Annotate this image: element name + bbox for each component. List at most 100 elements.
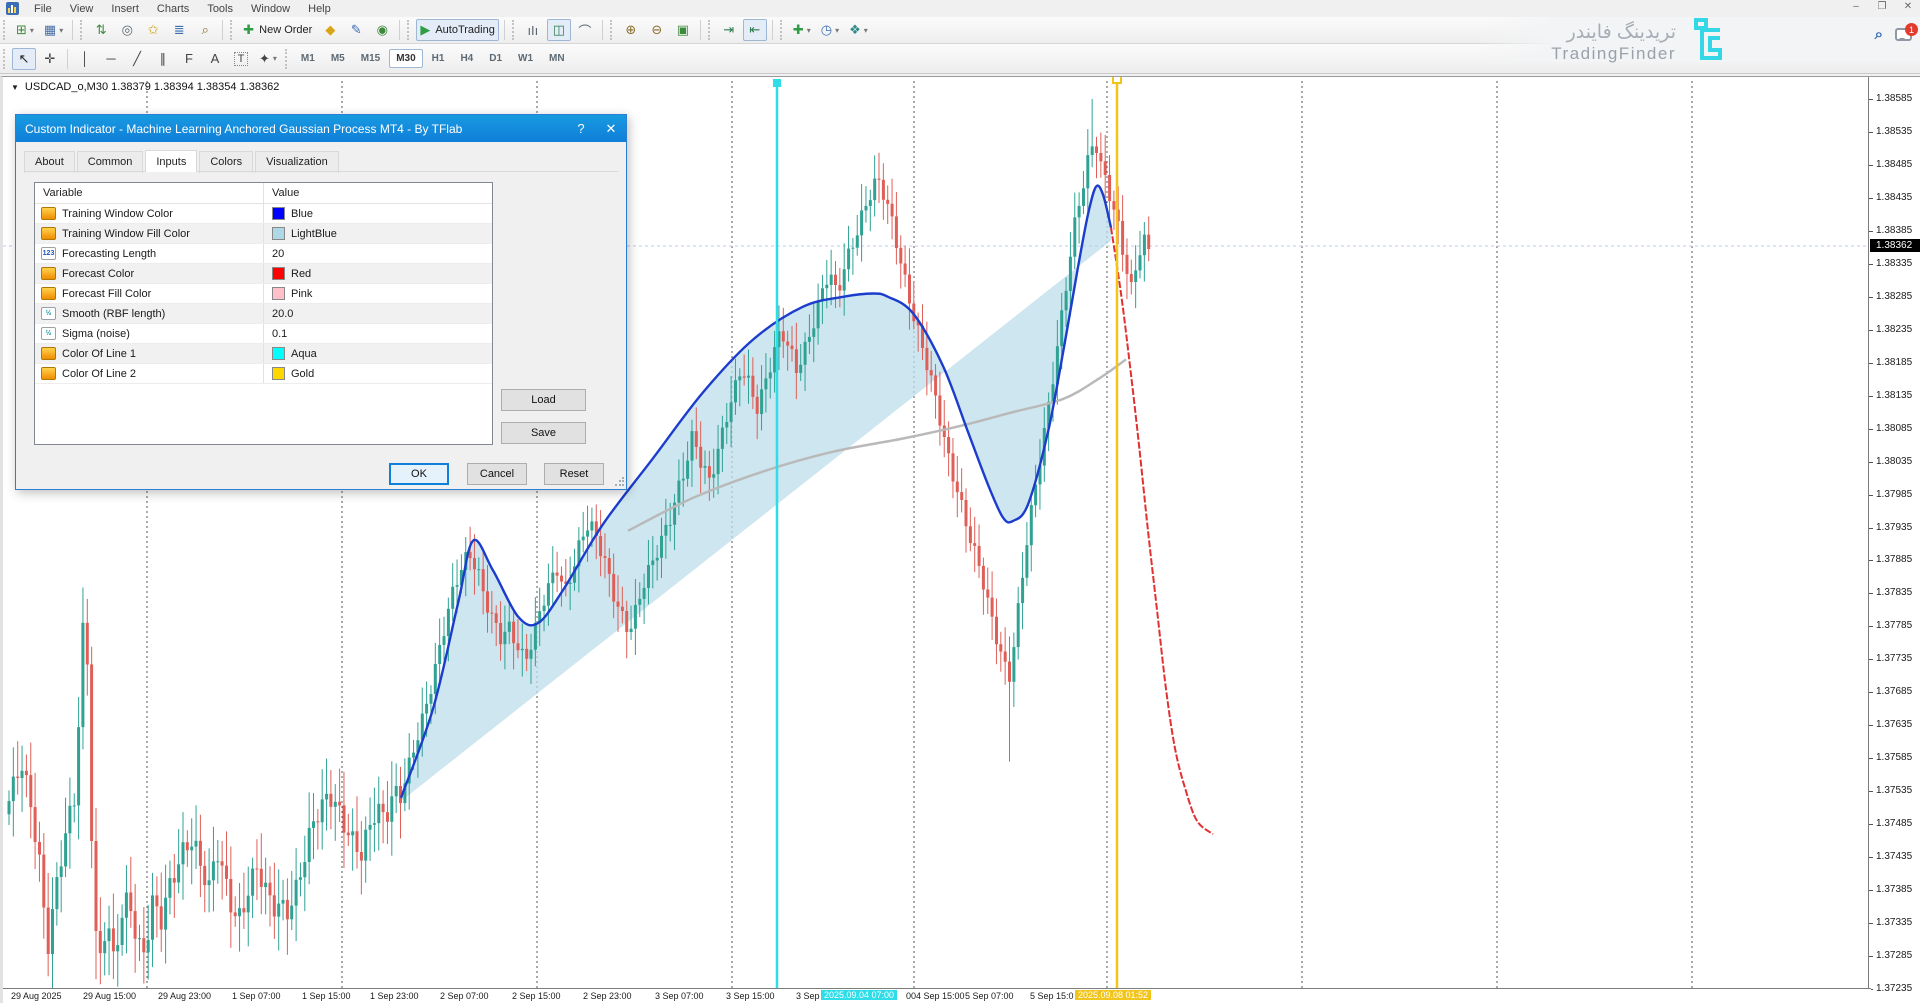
toolbar-grip[interactable] bbox=[708, 20, 713, 40]
timeframe-h1-button[interactable]: H1 bbox=[425, 49, 452, 68]
menu-help[interactable]: Help bbox=[299, 2, 340, 16]
ok-button[interactable]: OK bbox=[389, 463, 449, 485]
text-tool-button[interactable]: A bbox=[203, 48, 227, 70]
strategy-tester-button[interactable]: ⌕ bbox=[193, 19, 217, 41]
notifications-icon[interactable]: 1 bbox=[1895, 28, 1912, 41]
equidistant-channel-tool-button[interactable]: ∥ bbox=[151, 48, 175, 70]
menu-window[interactable]: Window bbox=[242, 2, 299, 16]
menu-insert[interactable]: Insert bbox=[102, 2, 148, 16]
toolbar-grip[interactable] bbox=[3, 20, 8, 40]
zoom-out-button[interactable]: ⊖ bbox=[645, 19, 669, 41]
chevron-down-icon[interactable]: ▾ bbox=[807, 26, 811, 35]
expert-advisors-button[interactable]: ◆ bbox=[318, 19, 342, 41]
new-order-button[interactable]: ✚New Order bbox=[239, 19, 316, 41]
toolbar-grip[interactable] bbox=[285, 49, 290, 69]
trendline-tool-button[interactable]: ╱ bbox=[125, 48, 149, 70]
param-row[interactable]: Color Of Line 1Aqua bbox=[35, 344, 492, 364]
toolbar-grip[interactable] bbox=[407, 20, 412, 40]
auto-scroll-button[interactable]: ⇥ bbox=[717, 19, 741, 41]
crosshair-tool-button[interactable]: ✛ bbox=[38, 48, 62, 70]
param-row[interactable]: Training Window ColorBlue bbox=[35, 204, 492, 224]
vertical-line-tool-button[interactable]: │ bbox=[73, 48, 97, 70]
time-axis[interactable]: 29 Aug 202529 Aug 15:0029 Aug 23:001 Sep… bbox=[3, 988, 1871, 1003]
price-axis[interactable]: 1.385851.385351.384851.384351.383851.383… bbox=[1868, 77, 1920, 989]
toolbar-grip[interactable] bbox=[80, 20, 85, 40]
chevron-down-icon[interactable]: ▾ bbox=[30, 26, 34, 35]
metaeditor-button[interactable]: ✎ bbox=[344, 19, 368, 41]
inputs-table[interactable]: Variable Value Training Window ColorBlue… bbox=[34, 182, 493, 445]
tab-about[interactable]: About bbox=[24, 151, 75, 173]
minimize-button[interactable]: – bbox=[1848, 1, 1864, 12]
param-row[interactable]: ½Smooth (RBF length)20.0 bbox=[35, 304, 492, 324]
cursor-tool-button[interactable]: ↖ bbox=[12, 48, 36, 70]
data-window-button[interactable]: ◎ bbox=[115, 19, 139, 41]
chevron-down-icon[interactable]: ▾ bbox=[59, 26, 63, 35]
timeframe-w1-button[interactable]: W1 bbox=[511, 49, 540, 68]
timeframe-d1-button[interactable]: D1 bbox=[482, 49, 509, 68]
candle-chart-mode-button[interactable]: ◫ bbox=[547, 19, 571, 41]
param-name: Color Of Line 2 bbox=[62, 368, 136, 380]
chevron-down-icon[interactable]: ▾ bbox=[864, 26, 868, 35]
fibonacci-tool-button[interactable]: F bbox=[177, 48, 201, 70]
indicators-button[interactable]: ✚▾ bbox=[789, 19, 815, 41]
dialog-title-bar[interactable]: Custom Indicator - Machine Learning Anch… bbox=[16, 115, 626, 142]
zoom-in-button[interactable]: ⊕ bbox=[619, 19, 643, 41]
line-chart-mode-button[interactable]: ⌒ bbox=[573, 19, 597, 41]
toolbar-grip[interactable] bbox=[230, 20, 235, 40]
navigator-button[interactable]: ✩ bbox=[141, 19, 165, 41]
arrows-tool-button[interactable]: ✦▾ bbox=[255, 48, 281, 70]
tile-windows-button[interactable]: ▣ bbox=[671, 19, 695, 41]
param-row[interactable]: ½Sigma (noise)0.1 bbox=[35, 324, 492, 344]
tab-visualization[interactable]: Visualization bbox=[255, 151, 339, 173]
chart-shift-button[interactable]: ⇤ bbox=[743, 19, 767, 41]
reset-button[interactable]: Reset bbox=[544, 463, 604, 485]
save-button[interactable]: Save bbox=[501, 422, 586, 444]
dialog-close-button[interactable]: ✕ bbox=[596, 121, 626, 137]
menu-charts[interactable]: Charts bbox=[148, 2, 198, 16]
signals-button[interactable]: ◉ bbox=[370, 19, 394, 41]
toolbar-grip[interactable] bbox=[3, 49, 8, 69]
menu-view[interactable]: View bbox=[61, 2, 103, 16]
bar-chart-mode-button[interactable]: ıІı bbox=[521, 19, 545, 41]
horizontal-line-tool-button[interactable]: ─ bbox=[99, 48, 123, 70]
chevron-down-icon[interactable]: ▼ bbox=[11, 83, 19, 92]
text-label-tool-button[interactable]: T bbox=[229, 48, 253, 70]
param-row[interactable]: Forecast Fill ColorPink bbox=[35, 284, 492, 304]
toolbar-grip[interactable] bbox=[780, 20, 785, 40]
timeframe-mn-button[interactable]: MN bbox=[542, 49, 572, 68]
periods-button[interactable]: ◷▾ bbox=[817, 19, 843, 41]
dialog-help-button[interactable]: ? bbox=[566, 121, 596, 136]
timeframe-m5-button[interactable]: M5 bbox=[324, 49, 352, 68]
menu-tools[interactable]: Tools bbox=[198, 2, 242, 16]
color-swatch bbox=[272, 207, 285, 220]
toolbar-grip[interactable] bbox=[610, 20, 615, 40]
menu-file[interactable]: File bbox=[25, 2, 61, 16]
chevron-down-icon[interactable]: ▾ bbox=[835, 26, 839, 35]
param-row[interactable]: Training Window Fill ColorLightBlue bbox=[35, 224, 492, 244]
toolbar-grip[interactable] bbox=[512, 20, 517, 40]
autotrading-button[interactable]: ▶AutoTrading bbox=[416, 19, 499, 41]
cancel-button[interactable]: Cancel bbox=[467, 463, 527, 485]
param-row[interactable]: Color Of Line 2Gold bbox=[35, 364, 492, 384]
load-button[interactable]: Load bbox=[501, 389, 586, 411]
tab-colors[interactable]: Colors bbox=[199, 151, 253, 173]
tab-common[interactable]: Common bbox=[77, 151, 144, 173]
templates-button[interactable]: ❖▾ bbox=[845, 19, 872, 41]
search-icon[interactable]: ⌕ bbox=[1875, 26, 1883, 43]
new-chart-button[interactable]: ⊞▾ bbox=[12, 19, 38, 41]
param-row[interactable]: 123Forecasting Length20 bbox=[35, 244, 492, 264]
timeframe-h4-button[interactable]: H4 bbox=[453, 49, 480, 68]
restore-button[interactable]: ❐ bbox=[1874, 1, 1890, 12]
profiles-button[interactable]: ▦▾ bbox=[40, 19, 67, 41]
close-button[interactable]: ✕ bbox=[1900, 1, 1916, 12]
timeframe-m15-button[interactable]: M15 bbox=[354, 49, 387, 68]
terminal-button[interactable]: ≣ bbox=[167, 19, 191, 41]
timeframe-m30-button[interactable]: M30 bbox=[389, 49, 422, 68]
price-tick bbox=[1869, 956, 1873, 957]
param-row[interactable]: Forecast ColorRed bbox=[35, 264, 492, 284]
dialog-resize-grip[interactable] bbox=[614, 477, 624, 487]
chevron-down-icon[interactable]: ▾ bbox=[273, 54, 277, 63]
tab-inputs[interactable]: Inputs bbox=[145, 150, 197, 172]
market-watch-button[interactable]: ⇅ bbox=[89, 19, 113, 41]
timeframe-m1-button[interactable]: M1 bbox=[294, 49, 322, 68]
